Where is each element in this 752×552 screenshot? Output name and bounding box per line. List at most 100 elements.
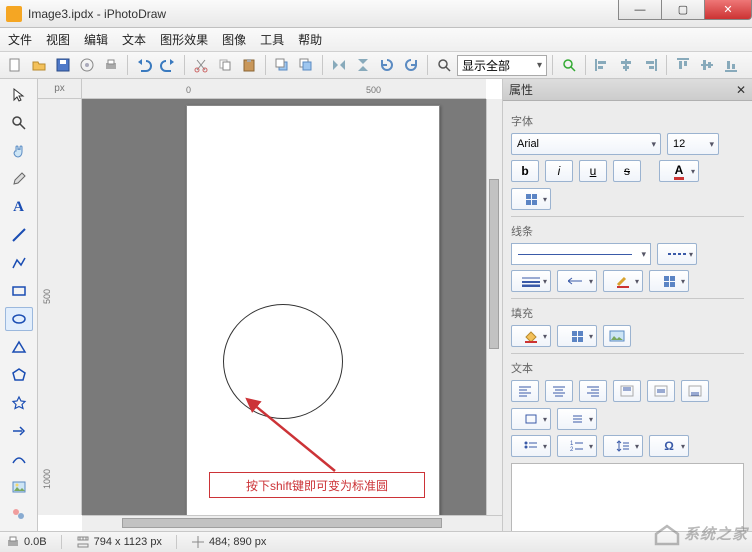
symbol-button[interactable]: Ω: [649, 435, 689, 457]
custom-shape-tool[interactable]: [5, 503, 33, 527]
ellipse-tool[interactable]: [5, 307, 33, 331]
zoom-select[interactable]: 显示全部: [457, 55, 547, 76]
save-button[interactable]: [52, 54, 74, 76]
menu-tools[interactable]: 工具: [260, 31, 284, 48]
close-button[interactable]: ✕: [704, 0, 752, 20]
fill-picture-button[interactable]: [603, 325, 631, 347]
ruler-unit: px: [38, 79, 82, 99]
bold-button[interactable]: b: [511, 160, 539, 182]
line-style-select[interactable]: [511, 243, 651, 265]
menu-image[interactable]: 图像: [222, 31, 246, 48]
properties-close-icon[interactable]: ✕: [736, 83, 746, 97]
canvas[interactable]: 按下shift键即可变为标准圆: [82, 99, 486, 515]
text-valign-top-button[interactable]: [613, 380, 641, 402]
font-family-select[interactable]: Arial: [511, 133, 661, 155]
rotate-left-button[interactable]: [376, 54, 398, 76]
align-top-button[interactable]: [672, 54, 694, 76]
fill-grid-button[interactable]: [557, 325, 597, 347]
triangle-tool[interactable]: [5, 335, 33, 359]
fit-button[interactable]: [558, 54, 580, 76]
menu-edit[interactable]: 编辑: [84, 31, 108, 48]
copy-button[interactable]: [214, 54, 236, 76]
eyedropper-tool[interactable]: [5, 167, 33, 191]
line-width-button[interactable]: [511, 270, 551, 292]
line-dash-button[interactable]: [657, 243, 697, 265]
horizontal-scrollbar[interactable]: [82, 515, 502, 531]
paste-button[interactable]: [238, 54, 260, 76]
align-middle-button[interactable]: [696, 54, 718, 76]
ruler-icon: [76, 535, 90, 549]
redo-button[interactable]: [157, 54, 179, 76]
tool-palette: A: [0, 79, 38, 531]
properties-title: 属性: [509, 81, 533, 98]
arrow-tool[interactable]: [5, 419, 33, 443]
star-tool[interactable]: [5, 391, 33, 415]
text-valign-bot-button[interactable]: [681, 380, 709, 402]
ruler-horizontal: 0 500: [82, 79, 486, 99]
menubar: 文件 视图 编辑 文本 图形效果 图像 工具 帮助: [0, 28, 752, 52]
preview-box: [511, 463, 744, 531]
text-list-button[interactable]: [557, 408, 597, 430]
menu-file[interactable]: 文件: [8, 31, 32, 48]
menu-view[interactable]: 视图: [46, 31, 70, 48]
v-tick: 1000: [42, 469, 52, 489]
polyline-tool[interactable]: [5, 251, 33, 275]
undo-button[interactable]: [133, 54, 155, 76]
flip-h-button[interactable]: [328, 54, 350, 76]
main-toolbar: 显示全部: [0, 52, 752, 79]
cut-button[interactable]: [190, 54, 212, 76]
curve-tool[interactable]: [5, 447, 33, 471]
zoom-tool-button[interactable]: [433, 54, 455, 76]
rotate-right-button[interactable]: [400, 54, 422, 76]
magnifier-tool[interactable]: [5, 111, 33, 135]
text-align-left-button[interactable]: [511, 380, 539, 402]
underline-button[interactable]: u: [579, 160, 607, 182]
numbered-list-button[interactable]: 12: [557, 435, 597, 457]
status-cursor: 484; 890 px: [191, 535, 267, 549]
canvas-wrap: px 0 500 500 1000 按下shift键即可变为标准圆: [38, 79, 502, 531]
menu-text[interactable]: 文本: [122, 31, 146, 48]
hand-tool[interactable]: [5, 139, 33, 163]
text-align-center-button[interactable]: [545, 380, 573, 402]
text-direction-button[interactable]: [511, 408, 551, 430]
pointer-tool[interactable]: [5, 83, 33, 107]
font-grid-button[interactable]: [511, 188, 551, 210]
image-tool[interactable]: [5, 475, 33, 499]
line-tool[interactable]: [5, 223, 33, 247]
rectangle-tool[interactable]: [5, 279, 33, 303]
vertical-scrollbar[interactable]: [486, 99, 502, 515]
minimize-button[interactable]: —: [618, 0, 662, 20]
fill-color-button[interactable]: [511, 325, 551, 347]
strike-button[interactable]: s: [613, 160, 641, 182]
text-align-right-button[interactable]: [579, 380, 607, 402]
text-tool[interactable]: A: [5, 195, 33, 219]
align-left-button[interactable]: [591, 54, 613, 76]
scan-button[interactable]: [76, 54, 98, 76]
line-color-button[interactable]: [603, 270, 643, 292]
bring-front-button[interactable]: [295, 54, 317, 76]
align-bottom-button[interactable]: [720, 54, 742, 76]
maximize-button[interactable]: ▢: [661, 0, 705, 20]
polygon-tool[interactable]: [5, 363, 33, 387]
section-fill-label: 填充: [511, 305, 744, 321]
send-back-button[interactable]: [271, 54, 293, 76]
line-grid-button[interactable]: [649, 270, 689, 292]
align-right-button[interactable]: [639, 54, 661, 76]
print-button[interactable]: [100, 54, 122, 76]
flip-v-button[interactable]: [352, 54, 374, 76]
menu-help[interactable]: 帮助: [298, 31, 322, 48]
arrow-start-button[interactable]: [557, 270, 597, 292]
font-color-button[interactable]: A: [659, 160, 699, 182]
section-line-label: 线条: [511, 223, 744, 239]
properties-titlebar: 属性 ✕: [503, 79, 752, 101]
line-spacing-button[interactable]: [603, 435, 643, 457]
text-valign-mid-button[interactable]: [647, 380, 675, 402]
new-button[interactable]: [4, 54, 26, 76]
section-text-label: 文本: [511, 360, 744, 376]
bullet-list-button[interactable]: [511, 435, 551, 457]
italic-button[interactable]: i: [545, 160, 573, 182]
align-center-button[interactable]: [615, 54, 637, 76]
font-size-select[interactable]: 12: [667, 133, 719, 155]
menu-shape-effects[interactable]: 图形效果: [160, 31, 208, 48]
open-button[interactable]: [28, 54, 50, 76]
